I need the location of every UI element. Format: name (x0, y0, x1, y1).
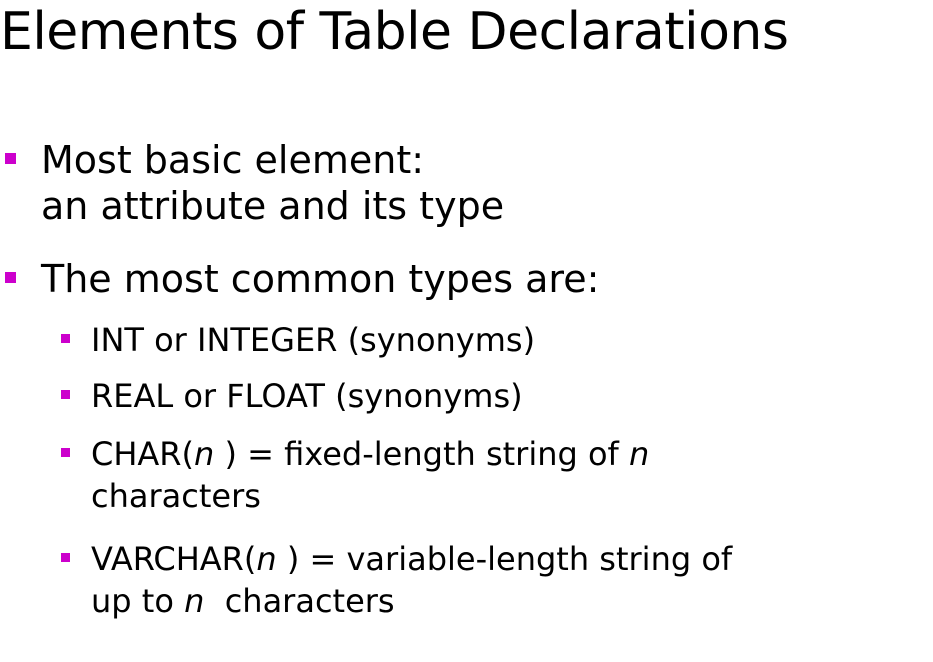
square-bullet-icon (5, 153, 16, 164)
subbullet-line: characters (91, 477, 261, 515)
bullet-common-types: The most common types are: (5, 256, 600, 302)
subbullet-text: INT or INTEGER (synonyms) (91, 321, 536, 359)
square-bullet-icon (61, 390, 70, 399)
bullet-line: The most common types are: (41, 257, 600, 301)
bullet-line: an attribute and its type (41, 184, 505, 228)
subbullet-text-segment: characters (204, 582, 395, 620)
subbullet-line: up to n characters (91, 580, 732, 622)
variable-n: n (256, 540, 277, 578)
subbullet-line: VARCHAR(n ) = variable-length string of (91, 538, 732, 580)
subbullet-text-segment: ) = variable-length string of (276, 540, 733, 578)
slide-title: Elements of Table Declarations (0, 2, 789, 62)
square-bullet-icon (61, 448, 70, 457)
subbullet-text-segment: up to (91, 582, 185, 620)
square-bullet-icon (61, 334, 70, 343)
subbullet-text: REAL or FLOAT (synonyms) (91, 377, 523, 415)
variable-n: n (184, 582, 205, 620)
subbullet-int: INT or INTEGER (synonyms) (61, 319, 536, 361)
subbullet-text-segment: CHAR( (91, 435, 195, 473)
variable-n: n (194, 435, 215, 473)
bullet-line: Most basic element: (41, 138, 425, 182)
subbullet-char: CHAR(n ) = fixed-length string of n char… (61, 433, 649, 517)
subbullet-line: CHAR(n ) = fixed-length string of n (91, 433, 649, 475)
slide: Elements of Table Declarations Most basi… (0, 0, 933, 662)
subbullet-real: REAL or FLOAT (synonyms) (61, 375, 523, 417)
subbullet-varchar: VARCHAR(n ) = variable-length string of … (61, 538, 732, 622)
square-bullet-icon (61, 553, 70, 562)
bullet-most-basic-element: Most basic element: an attribute and its… (5, 137, 505, 229)
subbullet-text-segment: VARCHAR( (91, 540, 257, 578)
square-bullet-icon (5, 272, 16, 283)
variable-n: n (628, 435, 650, 473)
subbullet-text-segment: ) = fixed-length string of (214, 435, 629, 473)
